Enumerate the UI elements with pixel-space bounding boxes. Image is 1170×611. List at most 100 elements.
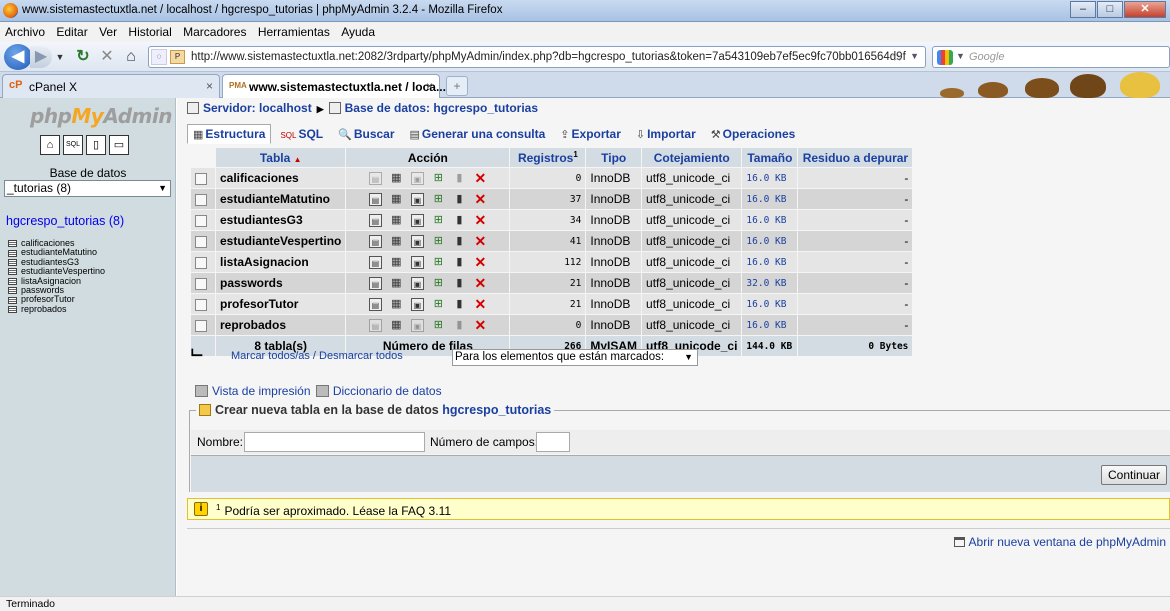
google-icon[interactable] [937, 50, 953, 65]
site-identity-icon[interactable]: ◌ [151, 49, 167, 65]
url-dropdown-icon[interactable]: ▼ [910, 51, 919, 61]
browse-icon[interactable]: ▤ [368, 256, 382, 270]
search-icon[interactable]: ▣ [410, 256, 424, 270]
column-header-tamano[interactable]: Tamaño [742, 148, 798, 167]
maximize-button[interactable]: □ [1097, 1, 1123, 18]
table-name[interactable]: listaAsignacion [216, 252, 346, 272]
drop-icon[interactable]: ✕ [474, 297, 487, 311]
tab-operaciones[interactable]: ⚒ Operaciones [705, 124, 802, 144]
empty-icon[interactable]: ▮ [453, 256, 466, 269]
tab-importar[interactable]: ⇩ Importar [630, 124, 702, 144]
table-name[interactable]: passwords [216, 273, 346, 293]
row-checkbox[interactable] [195, 277, 207, 290]
column-header-tipo[interactable]: Tipo [586, 148, 642, 167]
menu-marcadores[interactable]: Marcadores [179, 22, 250, 39]
query-window-icon[interactable]: SQL [63, 135, 83, 155]
row-checkbox[interactable] [195, 214, 207, 227]
search-icon[interactable]: ▣ [410, 319, 424, 333]
row-checkbox[interactable] [195, 172, 207, 185]
table-name[interactable]: estudianteMatutino [216, 189, 346, 209]
menu-herramientas[interactable]: Herramientas [254, 22, 334, 39]
forward-button[interactable]: ▶ [30, 46, 52, 68]
home-button[interactable]: ⌂ [120, 46, 142, 68]
menu-archivo[interactable]: Archivo [0, 22, 49, 39]
data-dictionary-link[interactable]: Diccionario de datos [333, 384, 442, 398]
database-name-link[interactable]: hgcrespo_tutorias (8) [6, 214, 124, 228]
size-value[interactable]: 16.0 KB [742, 315, 798, 335]
empty-icon[interactable]: ▮ [453, 298, 466, 311]
with-selected-select[interactable]: Para los elementos que están marcados: ▼ [452, 349, 698, 366]
insert-icon[interactable]: ⊞ [432, 256, 445, 269]
insert-icon[interactable]: ⊞ [432, 235, 445, 248]
browse-icon[interactable]: ▤ [368, 298, 382, 312]
size-value[interactable]: 16.0 KB [742, 252, 798, 272]
empty-icon[interactable]: ▮ [453, 319, 466, 332]
history-dropdown-icon[interactable]: ▼ [55, 46, 65, 68]
phpmyadmin-logo[interactable]: phpMyAdmin [30, 104, 172, 128]
structure-icon[interactable]: ▦ [390, 298, 403, 311]
insert-icon[interactable]: ⊞ [432, 193, 445, 206]
browse-icon[interactable]: ▤ [368, 235, 382, 249]
search-engine-dropdown-icon[interactable]: ▼ [956, 51, 965, 61]
home-icon[interactable]: ⌂ [40, 135, 60, 155]
drop-icon[interactable]: ✕ [474, 318, 487, 332]
database-select[interactable]: _tutorias (8) ▼ [4, 180, 171, 197]
new-window-link[interactable]: Abrir nueva ventana de phpMyAdmin [953, 535, 1166, 549]
search-icon[interactable]: ▣ [410, 214, 424, 228]
row-checkbox[interactable] [195, 235, 207, 248]
url-text[interactable]: http://www.sistemastectuxtla.net:2082/3r… [191, 51, 906, 63]
url-bar[interactable]: ◌ P http://www.sistemastectuxtla.net:208… [148, 46, 926, 68]
structure-icon[interactable]: ▦ [390, 235, 403, 248]
row-checkbox[interactable] [195, 298, 207, 311]
structure-icon[interactable]: ▦ [390, 214, 403, 227]
tab-close-icon[interactable]: × [206, 79, 213, 93]
stop-button[interactable]: ✕ [96, 46, 118, 68]
documentation-icon[interactable]: ▯ [86, 135, 106, 155]
empty-icon[interactable]: ▮ [453, 235, 466, 248]
tab-cpanel[interactable]: cP cPanel X × [2, 74, 220, 98]
browse-icon[interactable]: ▤ [368, 319, 382, 333]
search-box[interactable]: ▼ Google [932, 46, 1170, 68]
reload-button[interactable]: ↻ [72, 46, 94, 68]
column-header-cotejamiento[interactable]: Cotejamiento [642, 148, 742, 167]
bookmark-star-icon[interactable]: ☆ [891, 49, 903, 65]
menu-historial[interactable]: Historial [124, 22, 175, 39]
browse-icon[interactable]: ▤ [368, 172, 382, 186]
breadcrumb-database[interactable]: Base de datos: hgcrespo_tutorias [345, 101, 538, 115]
insert-icon[interactable]: ⊞ [432, 298, 445, 311]
row-checkbox[interactable] [195, 319, 207, 332]
table-name[interactable]: estudiantesG3 [216, 210, 346, 230]
menu-editar[interactable]: Editar [52, 22, 91, 39]
size-value[interactable]: 16.0 KB [742, 168, 798, 188]
tab-close-icon[interactable]: × [426, 79, 433, 93]
drop-icon[interactable]: ✕ [474, 276, 487, 290]
search-icon[interactable]: ▣ [410, 277, 424, 291]
mysql-docs-icon[interactable]: ▭ [109, 135, 129, 155]
structure-icon[interactable]: ▦ [390, 277, 403, 290]
structure-icon[interactable]: ▦ [390, 172, 403, 185]
column-header-residuo[interactable]: Residuo a depurar [798, 148, 913, 167]
breadcrumb-server[interactable]: Servidor: localhost [203, 101, 312, 115]
tab-generar-consulta[interactable]: ▤ Generar una consulta [404, 124, 552, 144]
column-header-tabla[interactable]: Tabla ▲ [216, 148, 346, 167]
insert-icon[interactable]: ⊞ [432, 172, 445, 185]
table-name[interactable]: profesorTutor [216, 294, 346, 314]
drop-icon[interactable]: ✕ [474, 171, 487, 185]
size-value[interactable]: 16.0 KB [742, 189, 798, 209]
menu-ayuda[interactable]: Ayuda [337, 22, 379, 39]
browse-icon[interactable]: ▤ [368, 214, 382, 228]
continue-button[interactable]: Continuar [1101, 465, 1167, 485]
drop-icon[interactable]: ✕ [474, 255, 487, 269]
table-name[interactable]: estudianteVespertino [216, 231, 346, 251]
column-header-registros[interactable]: Registros1 [510, 148, 586, 167]
empty-icon[interactable]: ▮ [453, 193, 466, 206]
size-value[interactable]: 32.0 KB [742, 273, 798, 293]
new-tab-button[interactable]: + [446, 76, 468, 96]
search-icon[interactable]: ▣ [410, 235, 424, 249]
drop-icon[interactable]: ✕ [474, 192, 487, 206]
empty-icon[interactable]: ▮ [453, 277, 466, 290]
insert-icon[interactable]: ⊞ [432, 214, 445, 227]
row-checkbox[interactable] [195, 193, 207, 206]
table-name[interactable]: reprobados [216, 315, 346, 335]
tab-buscar[interactable]: 🔍 Buscar [332, 124, 400, 144]
